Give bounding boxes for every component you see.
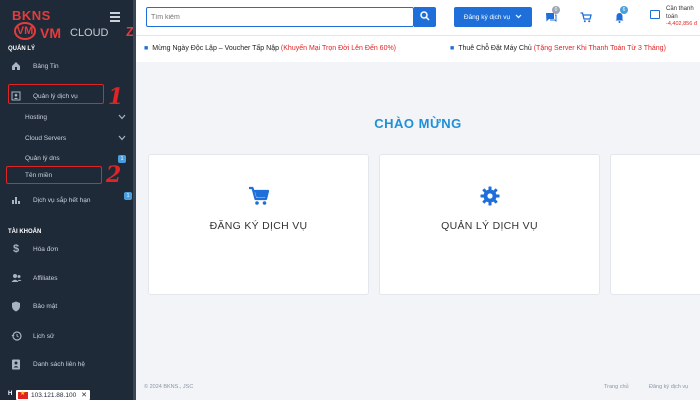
annotation-number-1: 1 <box>108 84 124 110</box>
sidebar-item-dashboard[interactable]: Bảng Tin <box>0 56 136 76</box>
sidebar-item-cloud-servers[interactable]: Cloud Servers <box>0 128 136 148</box>
address-book-icon <box>10 358 22 370</box>
expiring-count-badge: 1 <box>124 192 132 200</box>
vietnam-flag-icon <box>18 390 28 399</box>
register-service-card[interactable]: ĐĂNG KÝ DỊCH VỤ <box>148 154 369 295</box>
sidebar-item-label: Hosting <box>25 113 48 121</box>
promo-marquee[interactable]: ■ Mừng Ngày Độc Lập – Voucher Tấp Nập (Kh… <box>136 36 700 62</box>
notification-count-badge: 6 <box>620 6 628 14</box>
bullet-icon: ■ <box>450 45 455 52</box>
sidebar-item-label: Quản lý dns <box>25 154 60 162</box>
sidebar-item-label: Dịch vụ sắp hết hạn <box>33 196 91 204</box>
footer-link-register[interactable]: Đăng ký dịch vụ <box>649 384 688 390</box>
footer-copyright: © 2024 BKNS., JSC <box>144 384 194 390</box>
balance-due-label: Cần thanh toán <box>666 6 694 20</box>
logo-cloud-text: CLOUD <box>70 27 109 39</box>
highlight-box-domains <box>6 166 102 184</box>
card-label: QUẢN LÝ DỊCH VỤ <box>441 220 538 232</box>
cart-icon <box>248 185 270 207</box>
annotation-number-2: 2 <box>106 162 122 188</box>
search-input[interactable] <box>151 11 391 24</box>
sidebar-item-label: Bảo mật <box>33 302 58 310</box>
shield-icon <box>10 300 22 312</box>
manage-service-card[interactable]: QUẢN LÝ DỊCH VỤ <box>379 154 600 295</box>
search-button[interactable] <box>414 7 436 27</box>
promo-item[interactable]: ■ Mừng Ngày Độc Lập – Voucher Tấp Nập (Kh… <box>144 45 396 52</box>
partial-card[interactable] <box>610 154 700 295</box>
promo-highlight: (Tặng Server Khi Thanh Toán Từ 3 Tháng) <box>533 45 666 52</box>
promo-item[interactable]: ■ Thuê Chỗ Đặt Máy Chủ (Tặng Server Khi T… <box>450 45 666 52</box>
sidebar-item-label: Lịch sử <box>33 332 55 340</box>
ip-address: 103.121.88.100 <box>31 391 77 399</box>
dollar-icon: $ <box>12 243 20 255</box>
bullet-icon: ■ <box>144 45 149 52</box>
search-icon <box>420 8 430 26</box>
sidebar-item-label: Affiliates <box>33 274 58 282</box>
sidebar: BKNS VM VM CLOUD Z QUẢN LÝ Bảng Tin Quản… <box>0 0 136 400</box>
sidebar-item-contacts[interactable]: Danh sách liên hệ <box>0 354 136 374</box>
balance-due[interactable]: Cần thanh toán -4,402,856 đ <box>666 6 700 29</box>
chevron-down-icon <box>118 113 126 122</box>
hamburger-menu-icon[interactable] <box>110 12 120 22</box>
logo-vm-text: VM <box>40 25 61 41</box>
welcome-title: CHÀO MỪNG <box>374 116 462 131</box>
card-label: ĐĂNG KÝ DỊCH VỤ <box>209 220 308 232</box>
home-icon <box>10 60 22 72</box>
wallet-icon <box>650 10 660 19</box>
sidebar-item-affiliates[interactable]: Affiliates <box>0 268 136 288</box>
sidebar-item-label: Danh sách liên hệ <box>33 360 86 368</box>
logo[interactable]: BKNS VM VM CLOUD Z <box>8 6 143 42</box>
logo-bkns-text: BKNS <box>12 8 51 23</box>
promo-text: Thuê Chỗ Đặt Máy Chủ <box>458 45 534 52</box>
sidebar-item-hosting[interactable]: Hosting <box>0 107 136 127</box>
chevron-down-icon <box>118 134 126 143</box>
chat-count-badge: 0 <box>552 6 560 14</box>
section-title-manage: QUẢN LÝ <box>8 46 35 52</box>
footer-link-home[interactable]: Trang chủ <box>604 384 629 390</box>
cart-icon[interactable] <box>579 10 593 24</box>
sidebar-item-expiring[interactable]: Dịch vụ sắp hết hạn <box>0 190 136 210</box>
bar-chart-icon <box>10 194 22 206</box>
register-service-label: Đăng ký dịch vụ <box>463 13 511 21</box>
ip-indicator[interactable]: 103.121.88.100 ✕ <box>16 390 90 400</box>
chevron-down-icon <box>515 14 522 21</box>
history-icon <box>10 330 22 342</box>
search-box <box>146 7 414 27</box>
logo-vm-badge: VM <box>14 22 36 40</box>
close-icon[interactable]: ✕ <box>81 391 87 399</box>
promo-highlight: (Khuyến Mại Trọn Đời Lên Đến 60%) <box>280 45 397 52</box>
sidebar-item-label: Hóa đơn <box>33 245 59 253</box>
gear-icon <box>479 185 501 207</box>
promo-text: Mừng Ngày Độc Lập – Voucher Tấp Nập <box>152 45 281 52</box>
section-title-partial: H <box>8 391 13 397</box>
section-title-account: TÀI KHOẢN <box>8 229 42 235</box>
sidebar-item-invoices[interactable]: $ Hóa đơn <box>0 239 136 259</box>
sidebar-item-label: Cloud Servers <box>25 134 67 142</box>
sidebar-item-label: Bảng Tin <box>33 62 59 70</box>
balance-due-amount: -4,402,856 đ <box>666 21 697 27</box>
topbar: Đăng ký dịch vụ 0 6 Cần thanh toán -4,40… <box>136 0 700 36</box>
highlight-box-services <box>8 84 104 104</box>
register-service-button[interactable]: Đăng ký dịch vụ <box>454 7 532 27</box>
affiliates-icon <box>10 272 22 284</box>
sidebar-item-security[interactable]: Bảo mật <box>0 296 136 316</box>
sidebar-item-history[interactable]: Lịch sử <box>0 326 136 346</box>
